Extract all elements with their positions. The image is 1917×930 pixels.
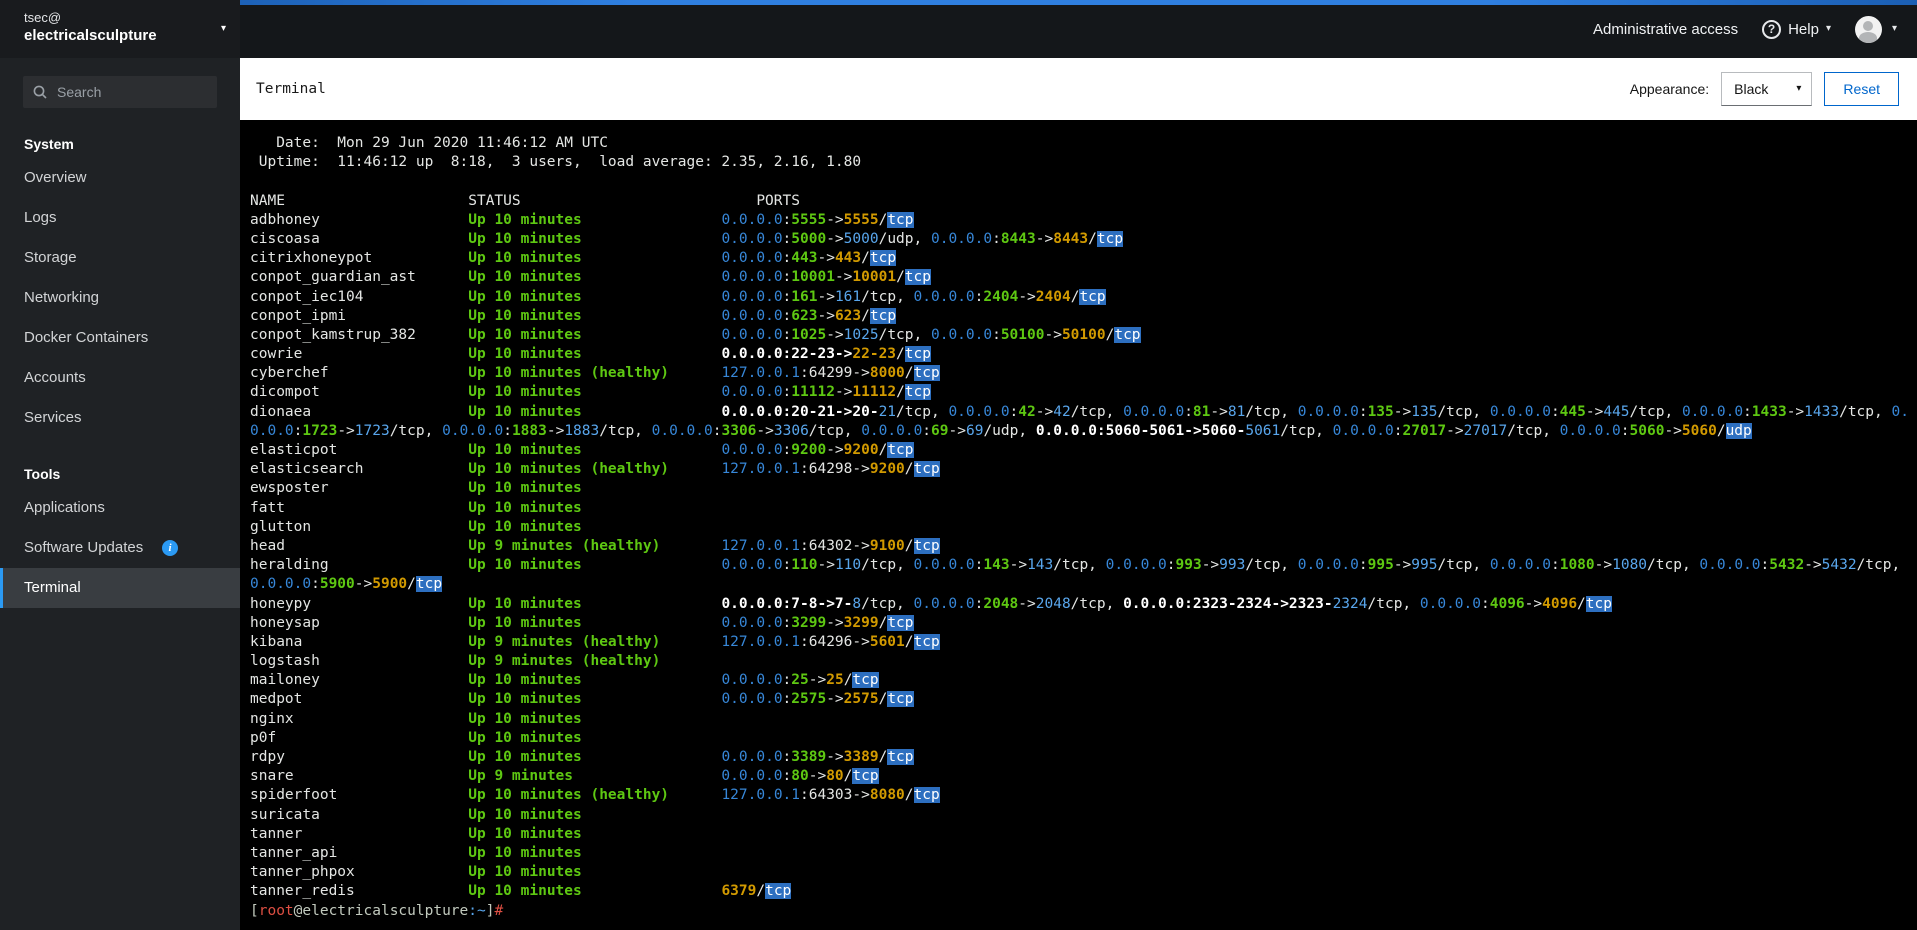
sidebar-search[interactable] xyxy=(23,76,217,108)
terminal-line: ewsposter Up 10 minutes xyxy=(250,480,582,497)
sidebar-item-networking[interactable]: Networking xyxy=(0,278,240,318)
terminal-line: Date: Mon 29 Jun 2020 11:46:12 AM UTC xyxy=(250,135,608,151)
appearance-label: Appearance: xyxy=(1629,81,1710,97)
terminal-line: honeysap Up 10 minutes 0.0.0.0:3299->329… xyxy=(250,614,914,631)
appearance-select-value: Black xyxy=(1734,81,1769,97)
terminal-line: cowrie Up 10 minutes 0.0.0.0:22-23->22-2… xyxy=(250,346,931,363)
terminal-line: suricata Up 10 minutes xyxy=(250,806,582,823)
brand-user: tsec@ xyxy=(24,10,62,25)
sidebar-item-applications[interactable]: Applications xyxy=(0,488,240,528)
terminal-line: kibana Up 9 minutes (healthy) 127.0.0.1:… xyxy=(250,633,940,650)
page-title: Terminal xyxy=(256,81,326,97)
help-label: Help xyxy=(1788,20,1819,38)
terminal-line: rdpy Up 10 minutes 0.0.0.0:3389->3389/tc… xyxy=(250,749,914,765)
terminal-line: citrixhoneypot Up 10 minutes 0.0.0.0:443… xyxy=(250,250,897,267)
masthead: Administrative access ? Help ▾ ▾ xyxy=(0,0,1917,58)
terminal-line: [root@electricalsculpture:~]# xyxy=(250,902,504,919)
brand-host: electricalsculpture xyxy=(24,27,157,44)
session-menu[interactable]: ▾ xyxy=(1854,15,1897,43)
terminal-line: nginx Up 10 minutes xyxy=(250,710,582,727)
host-switcher-caret-icon: ▾ xyxy=(220,23,226,34)
terminal-line: glutton Up 10 minutes xyxy=(250,518,582,535)
help-caret-icon: ▾ xyxy=(1825,23,1831,34)
terminal-line: spiderfoot Up 10 minutes (healthy) 127.0… xyxy=(250,787,940,804)
terminal-line: elasticsearch Up 10 minutes (healthy) 12… xyxy=(250,461,940,478)
terminal-line: tanner_phpox Up 10 minutes xyxy=(250,864,582,881)
terminal-line: logstash Up 9 minutes (healthy) xyxy=(250,653,661,670)
terminal-line: dionaea Up 10 minutes 0.0.0.0:20-21->20-… xyxy=(250,403,1909,420)
terminal-line: mailoney Up 10 minutes 0.0.0.0:25->25/tc… xyxy=(250,672,879,689)
terminal-line: honeypy Up 10 minutes 0.0.0.0:7-8->7-8/t… xyxy=(250,595,1612,612)
terminal-line: p0f Up 10 minutes xyxy=(250,729,582,746)
reset-button[interactable]: Reset xyxy=(1824,72,1899,106)
terminal-screen[interactable]: Date: Mon 29 Jun 2020 11:46:12 AM UTC Up… xyxy=(240,120,1917,930)
terminal-line: snare Up 9 minutes 0.0.0.0:80->80/tcp xyxy=(250,768,879,785)
top-accent-bar xyxy=(204,0,1917,5)
sidebar-item-docker-containers[interactable]: Docker Containers xyxy=(0,318,240,358)
terminal-line: dicompot Up 10 minutes 0.0.0.0:11112->11… xyxy=(250,384,931,401)
avatar xyxy=(1854,15,1882,43)
help-menu[interactable]: ? Help ▾ xyxy=(1762,19,1831,39)
terminal-line: tanner_api Up 10 minutes xyxy=(250,844,582,861)
sidebar-nav: System Overview Logs Storage Networking Docke… xyxy=(0,128,240,608)
sidebar-item-logs[interactable]: Logs xyxy=(0,198,240,238)
terminal-line: head Up 9 minutes (healthy) 127.0.0.1:64… xyxy=(250,537,940,554)
appearance-select[interactable]: Black ▾ xyxy=(1721,72,1813,106)
select-caret-icon: ▾ xyxy=(1796,83,1802,94)
terminal-line: fatt Up 10 minutes xyxy=(250,499,582,516)
sidebar-section-system: System xyxy=(24,136,74,152)
terminal-line: elasticpot Up 10 minutes 0.0.0.0:9200->9… xyxy=(250,442,914,458)
terminal-line: adbhoney Up 10 minutes 0.0.0.0:5555->555… xyxy=(250,211,914,228)
terminal-toolbar: Terminal Appearance: Black ▾ Reset xyxy=(240,58,1917,120)
terminal-line: 0.0.0.0:5900->5900/tcp xyxy=(250,576,443,593)
search-icon xyxy=(33,85,47,99)
search-input[interactable] xyxy=(55,83,207,101)
sidebar: System OverviewLogsStorageNetworkingDocke… xyxy=(0,58,240,930)
terminal-line: heralding Up 10 minutes 0.0.0.0:110->110… xyxy=(250,557,1901,574)
terminal-line: 0.0.0:1723->1723/tcp, 0.0.0.0:1883->1883… xyxy=(250,422,1752,439)
info-icon: i xyxy=(162,540,178,556)
sidebar-section-tools: Tools xyxy=(24,466,61,482)
admin-access-button[interactable]: Administrative access xyxy=(1593,21,1738,38)
terminal-line: tanner Up 10 minutes xyxy=(250,825,582,842)
terminal-line: ciscoasa Up 10 minutes 0.0.0.0:5000->500… xyxy=(250,230,1124,247)
sidebar-item-services[interactable]: Services xyxy=(0,398,240,438)
sidebar-item-storage[interactable]: Storage xyxy=(0,238,240,278)
sidebar-item-accounts[interactable]: Accounts xyxy=(0,358,240,398)
terminal-line: conpot_kamstrup_382 Up 10 minutes 0.0.0.… xyxy=(250,326,1141,343)
terminal-line: conpot_guardian_ast Up 10 minutes 0.0.0.… xyxy=(250,269,931,286)
terminal-line: conpot_ipmi Up 10 minutes 0.0.0.0:623->6… xyxy=(250,307,897,324)
terminal-line: medpot Up 10 minutes 0.0.0.0:2575->2575/… xyxy=(250,691,914,708)
sidebar-item-overview[interactable]: Overview xyxy=(0,158,240,198)
host-switcher[interactable]: tsec@ electricalsculpture ▾ xyxy=(0,0,240,58)
terminal-line: conpot_iec104 Up 10 minutes 0.0.0.0:161-… xyxy=(250,288,1106,305)
sidebar-item-terminal[interactable]: Terminal xyxy=(0,568,240,608)
sidebar-item-software-updates[interactable]: Software Updates i xyxy=(0,528,240,568)
terminal-line: Uptime: 11:46:12 up 8:18, 3 users, load … xyxy=(250,154,862,171)
terminal-line: tanner_redis Up 10 minutes 6379/tcp xyxy=(250,883,792,900)
terminal-line: cyberchef Up 10 minutes (healthy) 127.0.… xyxy=(250,365,940,382)
help-icon: ? xyxy=(1762,19,1782,39)
session-caret-icon: ▾ xyxy=(1891,23,1897,34)
terminal-line: NAME STATUS PORTS xyxy=(250,192,800,209)
